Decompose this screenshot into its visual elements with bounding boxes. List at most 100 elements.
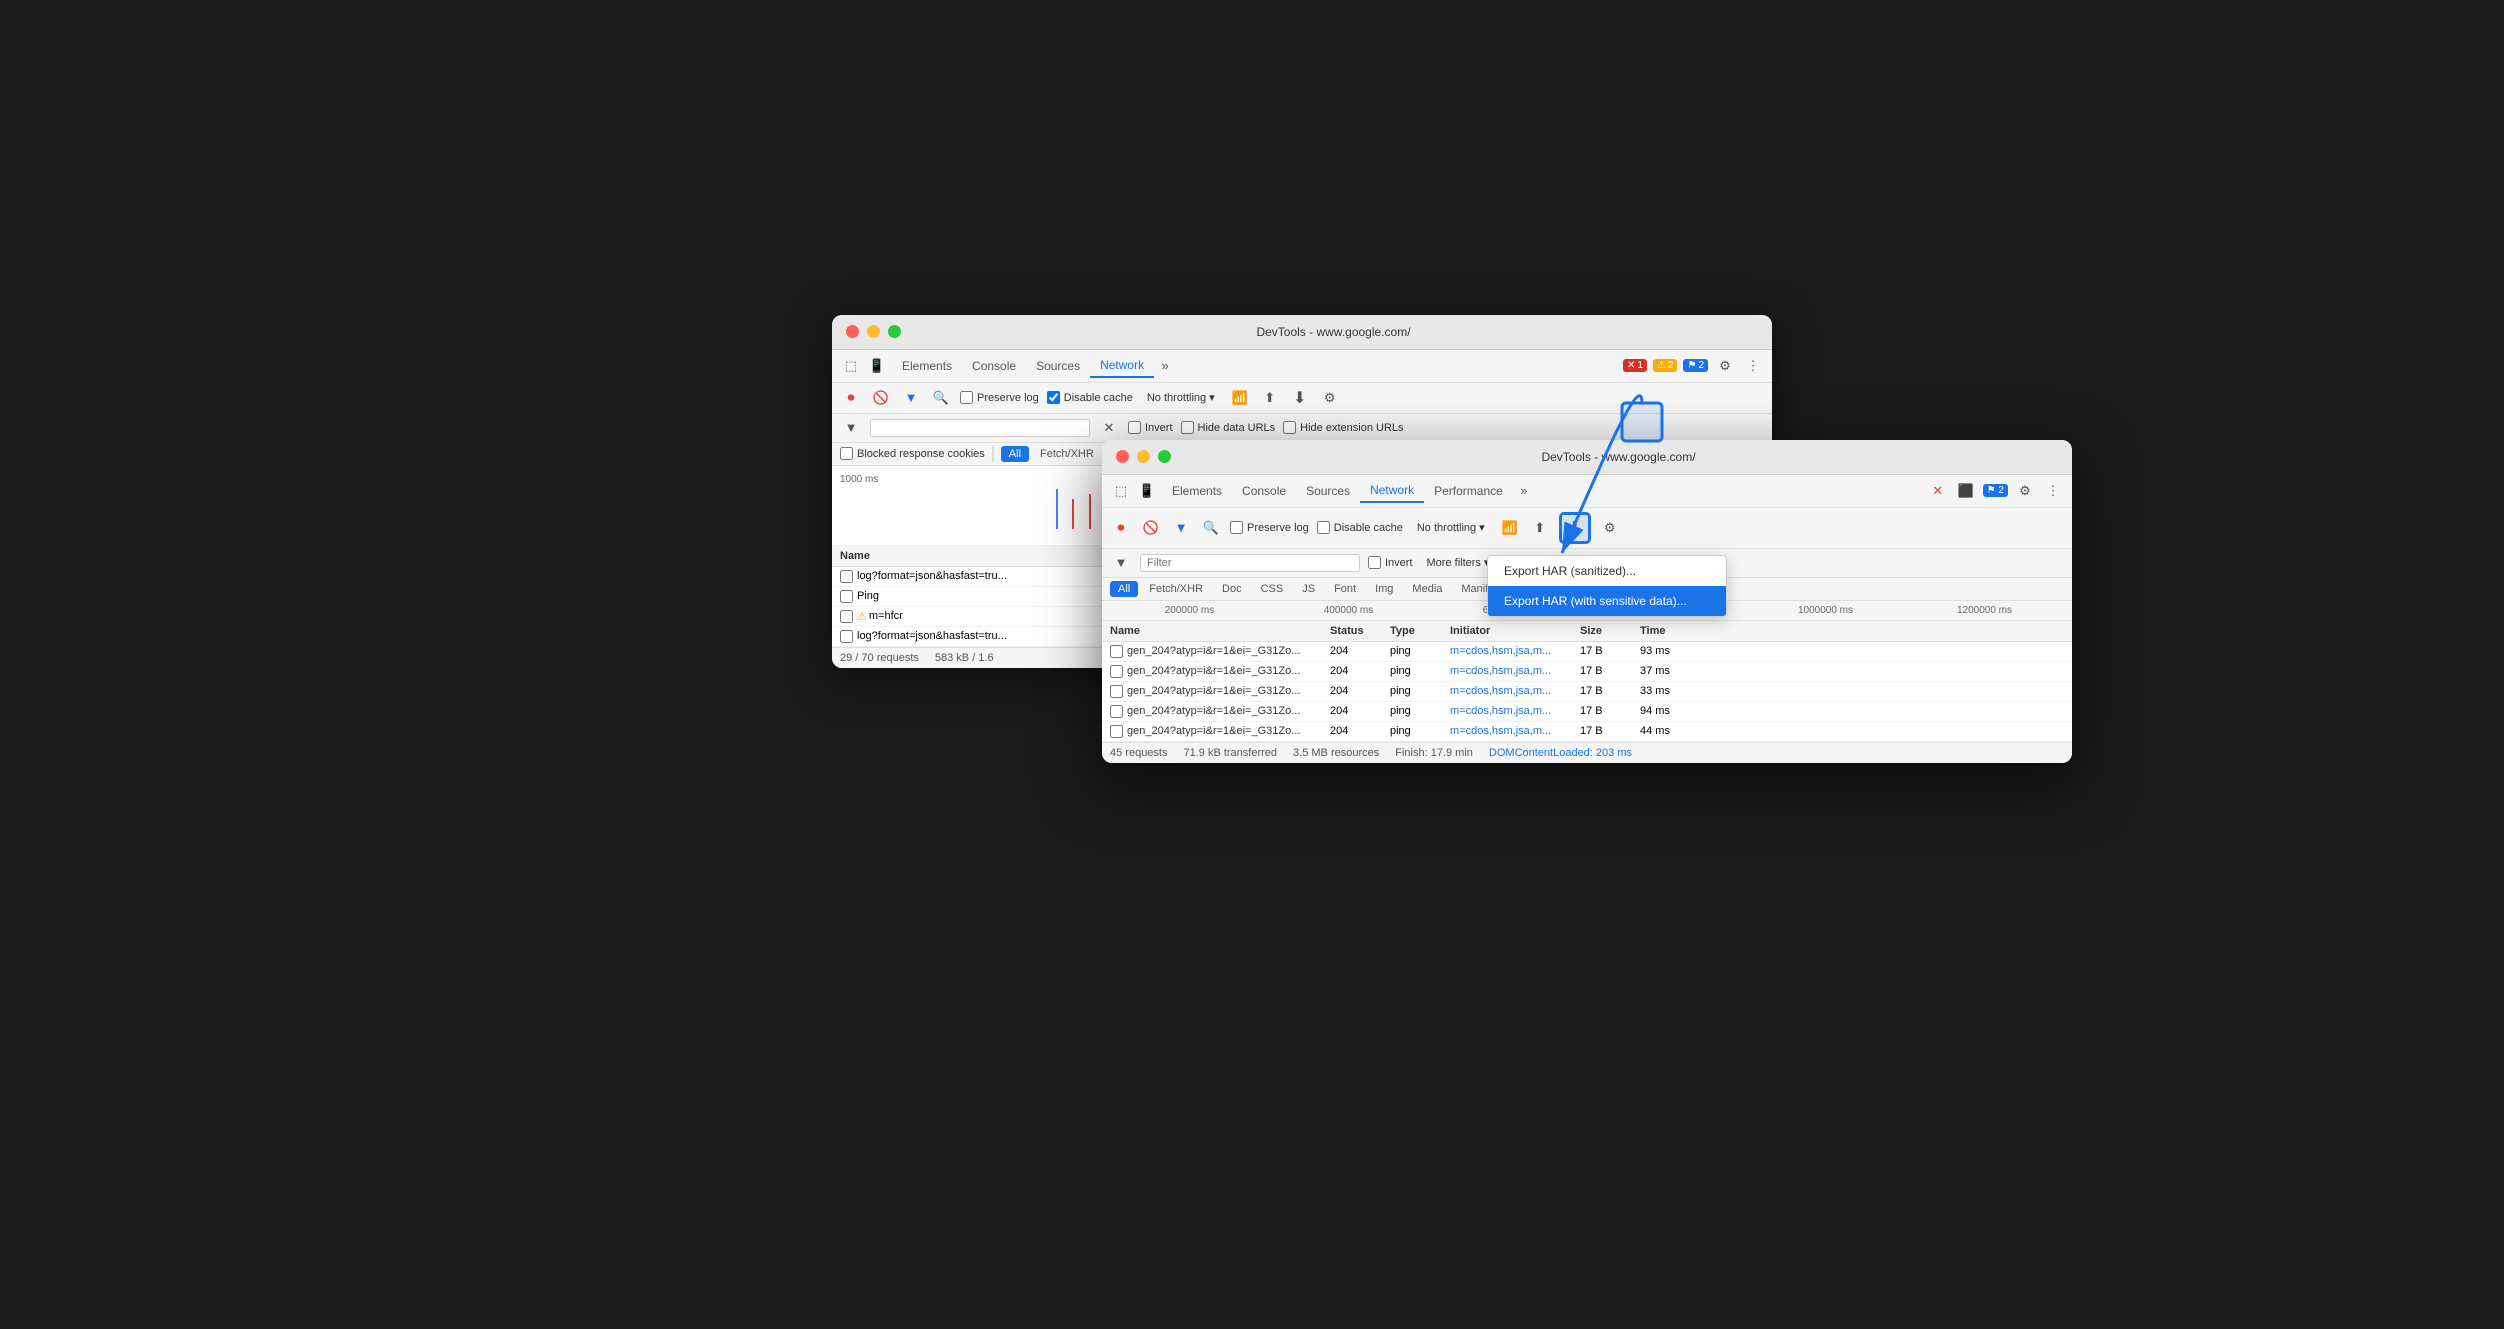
front-type-media[interactable]: Media (1404, 581, 1450, 597)
more-filters-dropdown[interactable]: More filters ▾ (1421, 554, 1496, 571)
hide-data-urls-label[interactable]: Hide data URLs (1181, 421, 1276, 434)
search-icon[interactable]: 🔍 (930, 387, 952, 409)
download-icon[interactable]: ⬇ (1289, 387, 1311, 409)
table-row[interactable]: gen_204?atyp=i&r=1&ei=_G31Zo... 204 ping… (1102, 682, 2072, 702)
record-icon[interactable]: ⏺ (840, 387, 862, 409)
device-icon[interactable]: 📱 (866, 355, 888, 377)
front-tab-performance[interactable]: Performance (1424, 480, 1513, 502)
inspect-icon[interactable]: ⬚ (840, 355, 862, 377)
front-invert-label[interactable]: Invert (1368, 556, 1413, 569)
clear-icon[interactable]: 🚫 (870, 387, 892, 409)
front-preserve-log-checkbox[interactable] (1230, 521, 1243, 534)
front-clear-icon[interactable]: 🚫 (1140, 517, 1162, 539)
more-options-icon[interactable]: ⋮ (1742, 355, 1764, 377)
table-row[interactable]: gen_204?atyp=i&r=1&ei=_G31Zo... 204 ping… (1102, 722, 2072, 742)
export-har-sanitized[interactable]: Export HAR (sanitized)... (1488, 556, 1726, 586)
front-filter2-icon[interactable]: ▼ (1110, 552, 1132, 574)
row-checkbox[interactable] (840, 590, 853, 603)
hide-data-urls-checkbox[interactable] (1181, 421, 1194, 434)
row-checkbox[interactable] (840, 610, 853, 623)
preserve-log-label[interactable]: Preserve log (960, 391, 1039, 404)
front-type-fetch[interactable]: Fetch/XHR (1141, 581, 1211, 597)
preserve-log-checkbox[interactable] (960, 391, 973, 404)
initiator-link[interactable]: m=cdos,hsm,jsa,m... (1450, 665, 1551, 677)
front-type-js[interactable]: JS (1294, 581, 1323, 597)
row-checkbox[interactable] (840, 630, 853, 643)
front-type-all[interactable]: All (1110, 581, 1138, 597)
row-checkbox[interactable] (840, 570, 853, 583)
front-filter-input[interactable] (1140, 554, 1360, 572)
clear-filter-icon[interactable]: ✕ (1098, 417, 1120, 439)
filter-input[interactable] (870, 419, 1090, 437)
tab-network[interactable]: Network (1090, 354, 1154, 378)
front-tab-console[interactable]: Console (1232, 480, 1296, 502)
front-more-tabs-icon[interactable]: » (1513, 480, 1535, 502)
invert-checkbox[interactable] (1128, 421, 1141, 434)
type-fetch-btn[interactable]: Fetch/XHR (1032, 446, 1102, 462)
filter2-icon[interactable]: ▼ (840, 417, 862, 439)
row-checkbox[interactable] (1110, 665, 1123, 678)
maximize-button[interactable] (888, 325, 901, 338)
front-type-css[interactable]: CSS (1253, 581, 1292, 597)
front-maximize-button[interactable] (1158, 450, 1171, 463)
front-throttle-dropdown[interactable]: No throttling ▾ (1411, 519, 1491, 536)
blocked-cookies-checkbox[interactable] (840, 447, 853, 460)
tab-sources[interactable]: Sources (1026, 355, 1090, 377)
front-settings-icon[interactable]: ⚙ (2014, 480, 2036, 502)
front-disable-cache[interactable]: Disable cache (1317, 521, 1403, 534)
front-type-doc[interactable]: Doc (1214, 581, 1250, 597)
settings-icon[interactable]: ⚙ (1714, 355, 1736, 377)
front-download-button[interactable]: ⬇ (1559, 512, 1591, 544)
front-wifi-icon[interactable]: 📶 (1499, 517, 1521, 539)
front-invert-checkbox[interactable] (1368, 556, 1381, 569)
initiator-link[interactable]: m=cdos,hsm,jsa,m... (1450, 645, 1551, 657)
table-row[interactable]: gen_204?atyp=i&r=1&ei=_G31Zo... 204 ping… (1102, 702, 2072, 722)
disable-cache-label[interactable]: Disable cache (1047, 391, 1133, 404)
front-device-icon[interactable]: 📱 (1136, 480, 1158, 502)
front-search-icon[interactable]: 🔍 (1200, 517, 1222, 539)
initiator-link[interactable]: m=cdos,hsm,jsa,m... (1450, 725, 1551, 737)
throttle-dropdown[interactable]: No throttling ▾ (1141, 389, 1221, 406)
blocked-cookies-label[interactable]: Blocked response cookies (840, 447, 985, 460)
table-row[interactable]: gen_204?atyp=i&r=1&ei=_G31Zo... 204 ping… (1102, 642, 2072, 662)
front-type-img[interactable]: Img (1367, 581, 1401, 597)
row-checkbox[interactable] (1110, 645, 1123, 658)
filter-icon[interactable]: ▼ (900, 387, 922, 409)
front-tab-elements[interactable]: Elements (1162, 480, 1232, 502)
hide-extension-urls-checkbox[interactable] (1283, 421, 1296, 434)
row-checkbox[interactable] (1110, 685, 1123, 698)
initiator-link[interactable]: m=cdos,hsm,jsa,m... (1450, 705, 1551, 717)
front-stop-icon[interactable]: ⬛ (1955, 480, 1977, 502)
close-button[interactable] (846, 325, 859, 338)
minimize-button[interactable] (867, 325, 880, 338)
tab-elements[interactable]: Elements (892, 355, 962, 377)
front-inspect-icon[interactable]: ⬚ (1110, 480, 1132, 502)
row-checkbox[interactable] (1110, 725, 1123, 738)
hide-extension-urls-label[interactable]: Hide extension URLs (1283, 421, 1403, 434)
upload-icon[interactable]: ⬆ (1259, 387, 1281, 409)
front-upload-icon[interactable]: ⬆ (1529, 517, 1551, 539)
tab-console[interactable]: Console (962, 355, 1026, 377)
row-checkbox[interactable] (1110, 705, 1123, 718)
table-row[interactable]: gen_204?atyp=i&r=1&ei=_G31Zo... 204 ping… (1102, 662, 2072, 682)
front-settings2-icon[interactable]: ⚙ (1599, 517, 1621, 539)
front-error-icon[interactable]: ✕ (1927, 480, 1949, 502)
front-more-options-icon[interactable]: ⋮ (2042, 480, 2064, 502)
more-tabs-icon[interactable]: » (1154, 355, 1176, 377)
front-record-icon[interactable]: ⏺ (1110, 517, 1132, 539)
disable-cache-checkbox[interactable] (1047, 391, 1060, 404)
front-close-button[interactable] (1116, 450, 1129, 463)
front-disable-cache-checkbox[interactable] (1317, 521, 1330, 534)
wifi-icon[interactable]: 📶 (1229, 387, 1251, 409)
settings2-icon[interactable]: ⚙ (1319, 387, 1341, 409)
front-tab-sources[interactable]: Sources (1296, 480, 1360, 502)
export-har-sensitive[interactable]: Export HAR (with sensitive data)... (1488, 586, 1726, 616)
front-minimize-button[interactable] (1137, 450, 1150, 463)
front-tab-network[interactable]: Network (1360, 479, 1424, 503)
front-type-font[interactable]: Font (1326, 581, 1364, 597)
front-preserve-log[interactable]: Preserve log (1230, 521, 1309, 534)
invert-label[interactable]: Invert (1128, 421, 1173, 434)
initiator-link[interactable]: m=cdos,hsm,jsa,m... (1450, 685, 1551, 697)
type-all-btn[interactable]: All (1001, 446, 1029, 462)
front-filter-icon[interactable]: ▼ (1170, 517, 1192, 539)
